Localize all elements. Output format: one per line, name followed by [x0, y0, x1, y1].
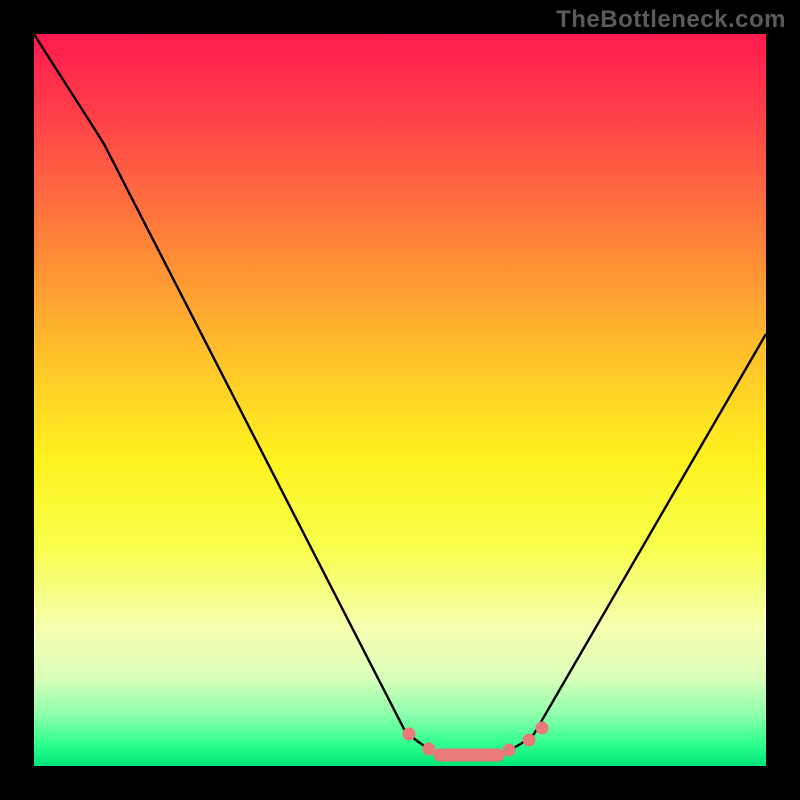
curve-svg: [34, 34, 766, 766]
chart-frame: TheBottleneck.com: [0, 0, 800, 800]
plot-area: [34, 34, 766, 766]
marker-band: [403, 722, 548, 761]
bottleneck-curve: [34, 34, 766, 759]
watermark-text: TheBottleneck.com: [556, 6, 786, 34]
